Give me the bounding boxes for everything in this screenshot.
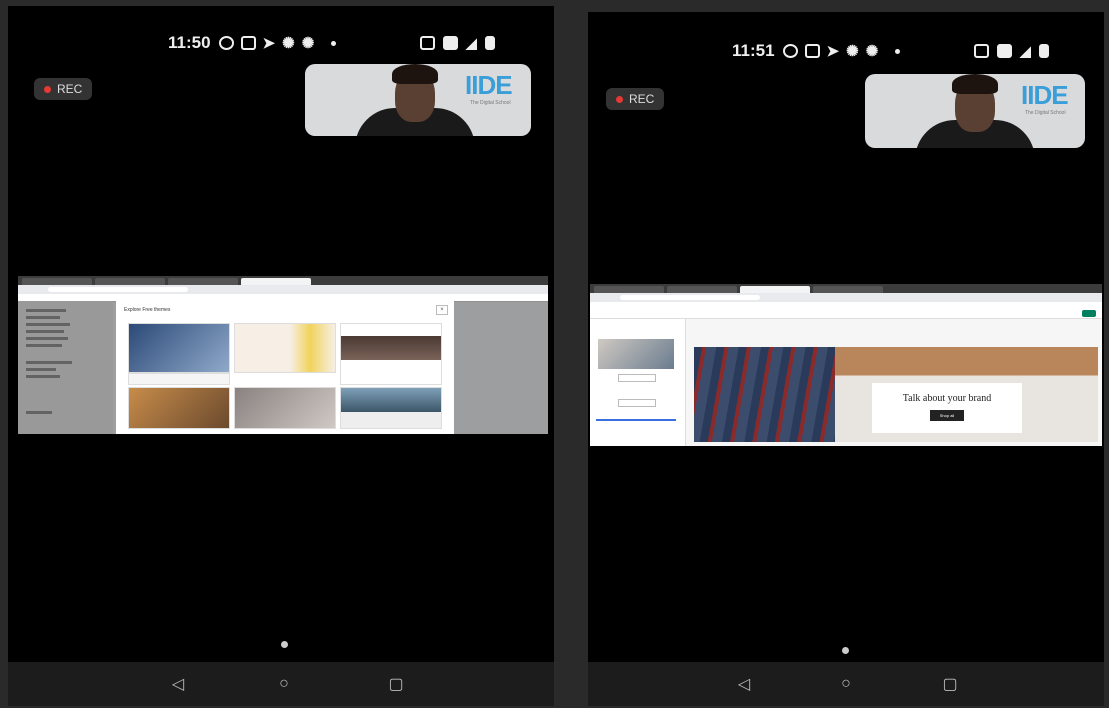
url-field[interactable] (48, 287, 188, 292)
signal-icon: ◢ (466, 34, 477, 51)
whatsapp-icon (218, 36, 234, 50)
message-icon (804, 44, 820, 58)
iide-logo: IIDE (1021, 80, 1069, 110)
presenter-hair (952, 74, 998, 94)
screen-share-left: Explore Free themes × (18, 276, 548, 434)
settings-icon: ✺ (865, 43, 879, 60)
theme-thumbnail[interactable] (234, 323, 336, 373)
android-nav-bar: ◁ ○ ▢ (8, 662, 554, 706)
browser-tab[interactable] (813, 286, 883, 293)
browser-tab-active[interactable] (740, 286, 810, 293)
vibrate-icon (997, 44, 1012, 58)
vibrate-icon (443, 36, 458, 50)
webcam-overlay: IIDE The Digital School (305, 64, 531, 136)
cast-icon (420, 36, 435, 50)
theme-thumbnail-caption (128, 373, 230, 385)
rec-indicator: REC (34, 78, 93, 100)
browser-tab[interactable] (95, 278, 165, 285)
iide-logo-sub: The Digital School (1025, 110, 1066, 116)
iide-logo: IIDE (465, 70, 513, 100)
message-icon (240, 36, 256, 50)
battery-icon (1038, 44, 1049, 58)
browser-tab[interactable] (22, 278, 92, 285)
recents-button[interactable]: ▢ (386, 674, 406, 694)
browser-tab-bar (18, 276, 548, 285)
signal-icon: ◢ (1020, 42, 1031, 59)
browser-tab[interactable] (168, 278, 238, 285)
theme-thumbnail[interactable] (234, 387, 336, 429)
rec-label: REC (57, 82, 83, 96)
theme-thumbnail[interactable] (340, 387, 442, 429)
explore-themes-modal: Explore Free themes × (116, 301, 454, 434)
image-banner: Talk about your brand Shop all (694, 347, 1098, 442)
battery-icon (484, 36, 495, 50)
browser-tab[interactable] (667, 286, 737, 293)
theme-thumbnail[interactable] (128, 323, 230, 373)
settings-icon: ✺ (301, 35, 315, 52)
telegram-icon: ➤ (826, 43, 840, 60)
back-button[interactable]: ◁ (168, 674, 188, 694)
browser-tab-bar (590, 284, 1102, 293)
recents-button[interactable]: ▢ (940, 674, 960, 694)
home-indicator (281, 641, 288, 648)
rec-indicator: REC (606, 88, 665, 110)
address-bar (590, 293, 1102, 302)
save-button[interactable] (1082, 310, 1096, 317)
modal-title: Explore Free themes (124, 307, 171, 313)
screen-share-right: Talk about your brand Shop all (590, 284, 1102, 446)
telegram-icon: ➤ (262, 35, 276, 52)
theme-thumbnail[interactable] (128, 387, 230, 429)
url-field[interactable] (620, 295, 760, 300)
banner-heading: Talk about your brand (902, 393, 992, 404)
webcam-overlay: IIDE The Digital School (865, 74, 1085, 148)
select-image-button[interactable] (618, 399, 656, 407)
phone-screen-right: 11:51 ➤ ✺ ✺ ◢ REC IIDE The Digital Schoo… (588, 12, 1104, 706)
preview-canvas: Talk about your brand Shop all (686, 319, 1102, 446)
close-button[interactable]: × (436, 305, 448, 315)
settings-icon: ✺ (282, 35, 295, 52)
status-time: 11:51 (732, 41, 775, 60)
iide-logo-sub: The Digital School (470, 100, 511, 106)
home-button[interactable]: ○ (274, 674, 294, 694)
image-picker-preview[interactable] (598, 339, 674, 369)
whatsapp-icon (782, 44, 798, 58)
phone-screen-left: 11:50 ➤ ✺ ✺ ◢ REC IIDE The Digital Schoo… (8, 6, 554, 706)
banner-text-box: Talk about your brand Shop all (872, 383, 1022, 433)
address-bar (18, 285, 548, 294)
theme-editor-topbar (590, 309, 1102, 319)
status-time: 11:50 (168, 33, 211, 52)
settings-icon: ✺ (846, 43, 859, 60)
more-dot-icon (331, 40, 337, 46)
browser-tab-active[interactable] (241, 278, 311, 285)
rec-dot-icon (616, 95, 623, 103)
rec-dot-icon (44, 85, 51, 93)
browser-tab[interactable] (594, 286, 664, 293)
more-dot-icon (895, 48, 901, 54)
status-bar: 11:50 ➤ ✺ ✺ ◢ (8, 20, 554, 66)
android-nav-bar: ◁ ○ ▢ (588, 662, 1104, 706)
back-button[interactable]: ◁ (734, 674, 754, 694)
shop-all-button[interactable]: Shop all (929, 410, 965, 421)
home-indicator (842, 647, 849, 654)
status-bar: 11:51 ➤ ✺ ✺ ◢ (588, 28, 1104, 74)
change-image-button[interactable] (618, 374, 656, 382)
opacity-slider[interactable] (596, 419, 676, 421)
editor-settings-panel (590, 319, 686, 446)
theme-thumbnail[interactable] (340, 323, 442, 385)
cast-icon (974, 44, 989, 58)
presenter-hair (392, 64, 438, 84)
home-button[interactable]: ○ (836, 674, 856, 694)
rec-label: REC (629, 92, 655, 106)
